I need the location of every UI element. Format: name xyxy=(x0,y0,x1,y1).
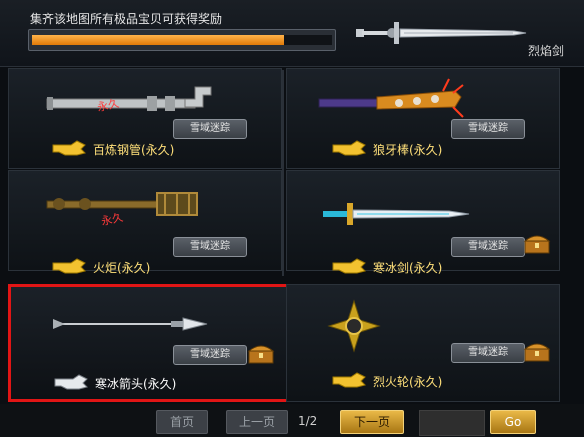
ice-sword-icon xyxy=(323,203,470,225)
permanent-stamp: 永久 xyxy=(99,210,125,229)
pointing-hand-icon xyxy=(332,372,366,388)
fire-wheel-icon xyxy=(327,299,381,353)
wolf-fang-club-icon xyxy=(318,78,464,118)
collection-hint: 集齐该地图所有极品宝贝可获得奖励 xyxy=(30,12,223,26)
torch-icon xyxy=(46,192,198,216)
collection-header: 集齐该地图所有极品宝贝可获得奖励 烈焰剑 xyxy=(0,0,584,67)
item-card-fire-wheel[interactable]: 雪域迷踪 烈火轮(永久) xyxy=(286,284,560,402)
location-button[interactable]: 雪域迷踪 xyxy=(173,345,247,365)
collection-progress-fill xyxy=(32,35,284,45)
treasure-chest-icon[interactable] xyxy=(523,341,551,363)
prev-page-button[interactable]: 上一页 xyxy=(226,410,288,434)
treasure-chest-icon[interactable] xyxy=(247,343,275,365)
pointing-hand-icon xyxy=(52,258,86,274)
item-card-torch[interactable]: 永久 雪域迷踪 火炬(永久) xyxy=(8,170,282,275)
pointing-hand-icon xyxy=(52,140,86,156)
item-name: 寒冰箭头(永久) xyxy=(95,377,177,391)
next-page-button[interactable]: 下一页 xyxy=(340,410,404,434)
location-button[interactable]: 雪域迷踪 xyxy=(451,343,525,363)
location-button[interactable]: 雪域迷踪 xyxy=(451,119,525,139)
item-name: 百炼钢管(永久) xyxy=(93,143,175,157)
item-name: 火炬(永久) xyxy=(93,261,151,275)
item-card-ice-sword[interactable]: 雪域迷踪 寒冰剑(永久) xyxy=(286,170,560,275)
item-name: 烈火轮(永久) xyxy=(373,375,443,389)
item-grid: 永久 雪域迷踪 百炼钢管(永久) 雪域迷踪 狼牙棒(永久) 永久 雪域迷踪 火炬… xyxy=(4,66,560,404)
collection-progress-bar xyxy=(28,29,336,51)
location-button[interactable]: 雪域迷踪 xyxy=(451,237,525,257)
ice-arrow-head-icon xyxy=(53,317,208,331)
go-button[interactable]: Go xyxy=(490,410,536,434)
pointing-hand-icon xyxy=(54,374,88,390)
item-card-wolf-fang-club[interactable]: 雪域迷踪 狼牙棒(永久) xyxy=(286,68,560,169)
item-name: 狼牙棒(永久) xyxy=(373,143,443,157)
pointing-hand-icon xyxy=(332,140,366,156)
treasure-chest-icon[interactable] xyxy=(523,233,551,255)
first-page-button[interactable]: 首页 xyxy=(156,410,208,434)
reward-name: 烈焰剑 xyxy=(528,44,565,58)
item-name: 寒冰剑(永久) xyxy=(373,261,443,275)
location-button[interactable]: 雪域迷踪 xyxy=(173,119,247,139)
location-button[interactable]: 雪域迷踪 xyxy=(173,237,247,257)
page-number-input[interactable] xyxy=(419,410,485,436)
reward-sword-icon[interactable] xyxy=(348,12,530,52)
item-card-steel-pipe[interactable]: 永久 雪域迷踪 百炼钢管(永久) xyxy=(8,68,282,169)
steel-pipe-icon xyxy=(46,86,212,111)
pointing-hand-icon xyxy=(332,258,366,274)
item-card-ice-arrow-head[interactable]: 雪域迷踪 寒冰箭头(永久) xyxy=(8,284,290,402)
page-indicator: 1/2 xyxy=(298,414,318,428)
